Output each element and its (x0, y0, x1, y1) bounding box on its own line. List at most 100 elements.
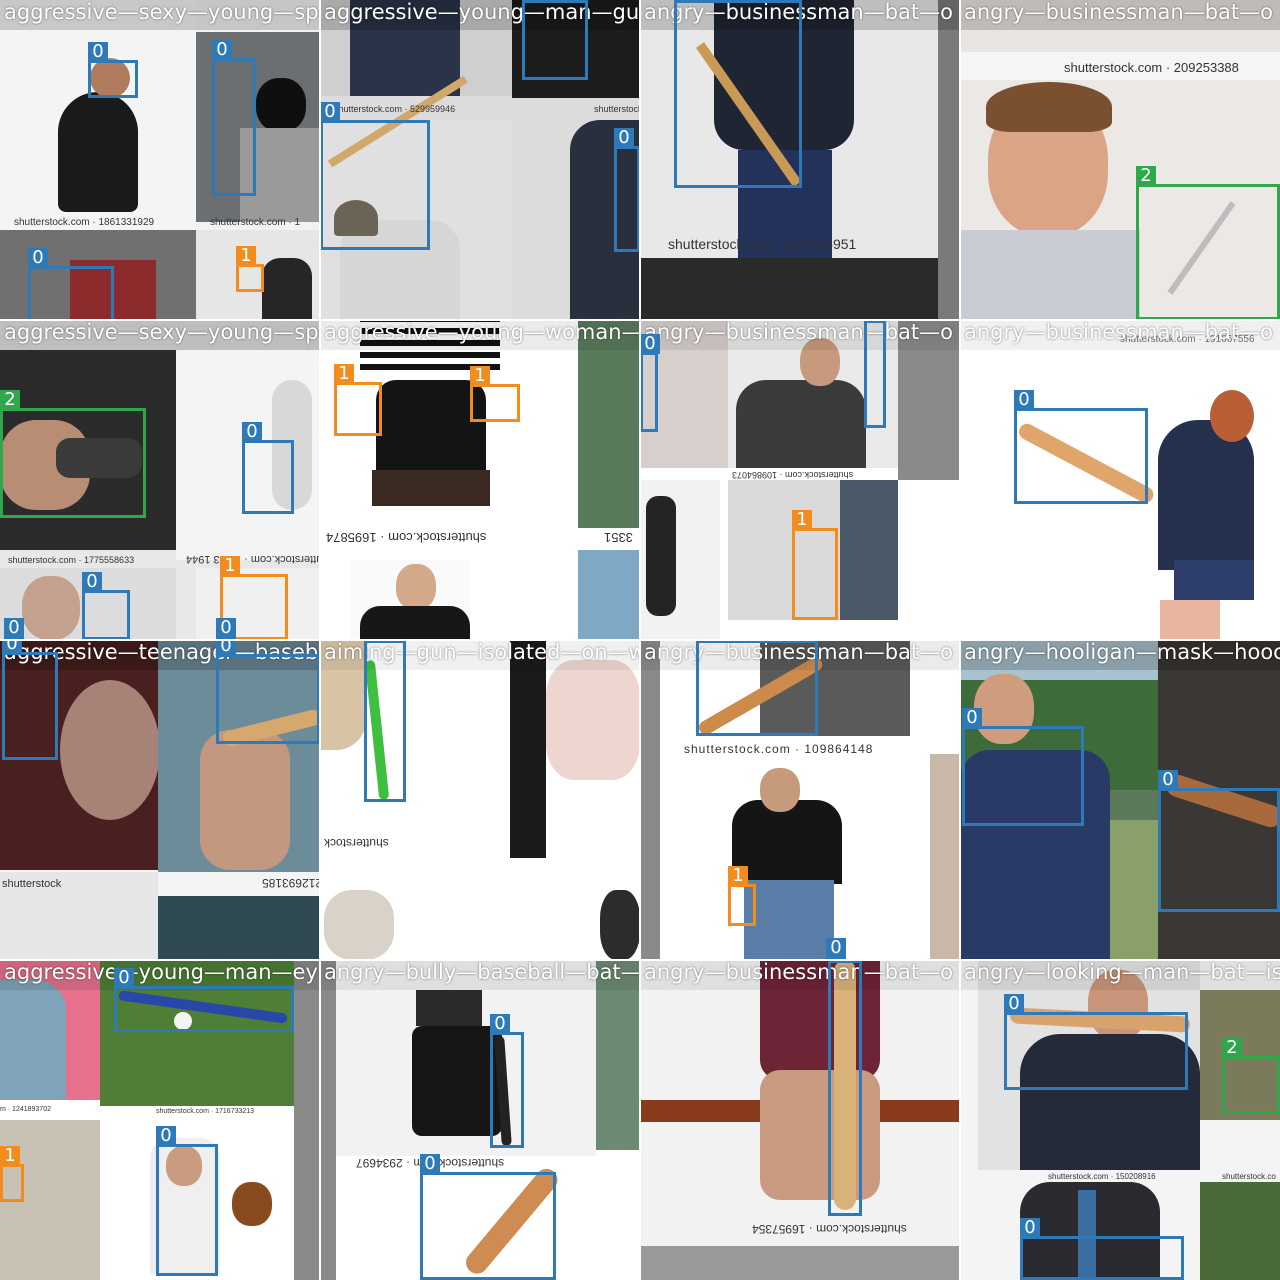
photo-lower-right (158, 896, 320, 960)
detection-box: 0 (828, 960, 862, 1216)
detection-box: 0 (864, 320, 886, 428)
side-strip (938, 0, 960, 320)
tile-10: shutterstock aiming—gun—isolated—on—w 0 (320, 640, 640, 960)
detection-box: 0 (320, 102, 430, 250)
tile-title: aggressive—sexy—young—sp (4, 0, 319, 24)
detection-box: 0 (242, 422, 294, 514)
class-tag: 0 (1020, 1218, 1040, 1238)
class-tag: 1 (728, 866, 748, 886)
detection-box: 0 (962, 708, 1084, 826)
watermark: shutterstock.com · 209253388 (1064, 60, 1239, 75)
watermark: shutterstock.co (594, 104, 640, 114)
detection-box: 2 (1222, 1038, 1280, 1114)
detection-box: 0 (1158, 770, 1280, 912)
tile-title: angry—businessman—bat—o (964, 0, 1274, 24)
class-tag: 0 (28, 248, 48, 268)
tile-title: angry—businessman—bat—o (964, 320, 1274, 344)
class-tag: 0 (1158, 770, 1178, 790)
detection-box: 1 (236, 246, 264, 292)
detection-box: 0 (1004, 994, 1188, 1090)
photo-jeans (840, 480, 898, 620)
watermark: shutterstock.com · 1861331929 (14, 217, 155, 228)
watermark: shutterstock.com · 150208916 (1048, 1172, 1156, 1181)
legs (760, 1070, 880, 1200)
class-tag: 0 (216, 618, 236, 638)
detection-box: 2 (1136, 166, 1280, 320)
woman-hair (1210, 390, 1254, 442)
class-tag: 0 (320, 102, 340, 122)
detection-box: 0 (1014, 390, 1148, 504)
woman-figure (58, 92, 138, 212)
tile-15: shutterstock.com · 16957354 angry—busine… (640, 960, 960, 1280)
detection-box: 1 (792, 510, 838, 620)
bottom-photo (640, 1246, 960, 1280)
shirt (960, 230, 1140, 320)
tile-title: aggressive—young—woman— (324, 320, 640, 344)
tile-9: shutterstock 212693185 aggressive—teenag… (0, 640, 320, 960)
tile-title: angry—looking—man—bat—is (964, 960, 1280, 984)
woman-blonde (324, 890, 394, 960)
tile-3: shutterstock.com · 270545951 angry—busin… (640, 0, 960, 320)
right-strip (294, 960, 320, 1280)
class-tag: 0 (156, 1126, 176, 1146)
tile-title: angry—businessman—bat—o (644, 320, 954, 344)
detection-box: 0 (82, 572, 130, 640)
class-tag: 0 (614, 128, 634, 148)
jeans (744, 880, 834, 960)
class-tag: 2 (1136, 166, 1156, 186)
tile-7: shutterstock.com · 109864073 angry—busin… (640, 320, 960, 640)
watermark: shutterstock.com · 16957354 (752, 1222, 907, 1236)
photo-right-panel (578, 320, 640, 528)
security-head (760, 768, 800, 812)
arm (200, 730, 290, 870)
tile-6: shutterstock.com · 1695874 3351 aggressi… (320, 320, 640, 640)
tile-4: shutterstock.com · 209253388 angry—busin… (960, 0, 1280, 320)
man-suit (360, 606, 470, 640)
watermark: shutterstock (2, 878, 62, 890)
photo-green-right (1200, 1182, 1280, 1280)
class-tag: 0 (242, 422, 262, 442)
dark-edge (510, 640, 546, 858)
watermark: shutterstock.com · 1775558633 (8, 555, 135, 565)
glove (232, 1182, 272, 1226)
watermark: shutterstock.com · 109864148 (684, 742, 874, 756)
class-tag: 1 (0, 1146, 20, 1166)
woman-figure (646, 496, 676, 616)
security-shirt (732, 800, 842, 884)
crop-top (416, 990, 482, 1026)
tile-14: shutterstock.com · 2934697 angry—bully—b… (320, 960, 640, 1280)
man-head (396, 564, 436, 610)
class-tag: 0 (674, 0, 694, 2)
class-tag: 0 (1004, 994, 1024, 1014)
class-tag: 0 (212, 40, 232, 60)
detection-box: 0 (1020, 1218, 1184, 1280)
detection-box: 0 (490, 1014, 524, 1148)
class-tag: 0 (216, 640, 236, 656)
detection-box: 1 (470, 366, 520, 422)
class-tag: 0 (962, 708, 982, 728)
detection-box: 0 (522, 0, 588, 80)
tile-2: shutterstock.com · 529959946 shutterstoc… (320, 0, 640, 320)
tile-8: shutterstock.com · 191667556 angry—busin… (960, 320, 1280, 640)
class-tag: 2 (1222, 1038, 1242, 1058)
watermark: shutterstock.com · 1695874 (326, 530, 487, 545)
detection-box: 0 (364, 640, 406, 802)
detection-box: 0 (88, 42, 138, 98)
glow (60, 680, 160, 820)
detection-box: 0 (420, 1154, 556, 1280)
black-jeans (412, 1026, 502, 1136)
boots (372, 470, 490, 506)
left-strip (640, 640, 660, 960)
legs (1160, 600, 1220, 640)
right-photo (930, 754, 960, 960)
class-tag: 0 (420, 1154, 440, 1174)
class-tag: 0 (88, 42, 108, 62)
watermark: shutterstock.com · 1716733213 (156, 1108, 255, 1115)
woman-dark-hair (600, 890, 640, 960)
class-tag: 1 (470, 366, 490, 386)
class-tag: 1 (220, 556, 240, 576)
detection-box: 0 (614, 128, 640, 252)
tile-11: shutterstock.com · 109864148 angry—busin… (640, 640, 960, 960)
class-tag: 0 (82, 572, 102, 592)
tile-title: aggressive—young—man—ey (4, 960, 318, 984)
